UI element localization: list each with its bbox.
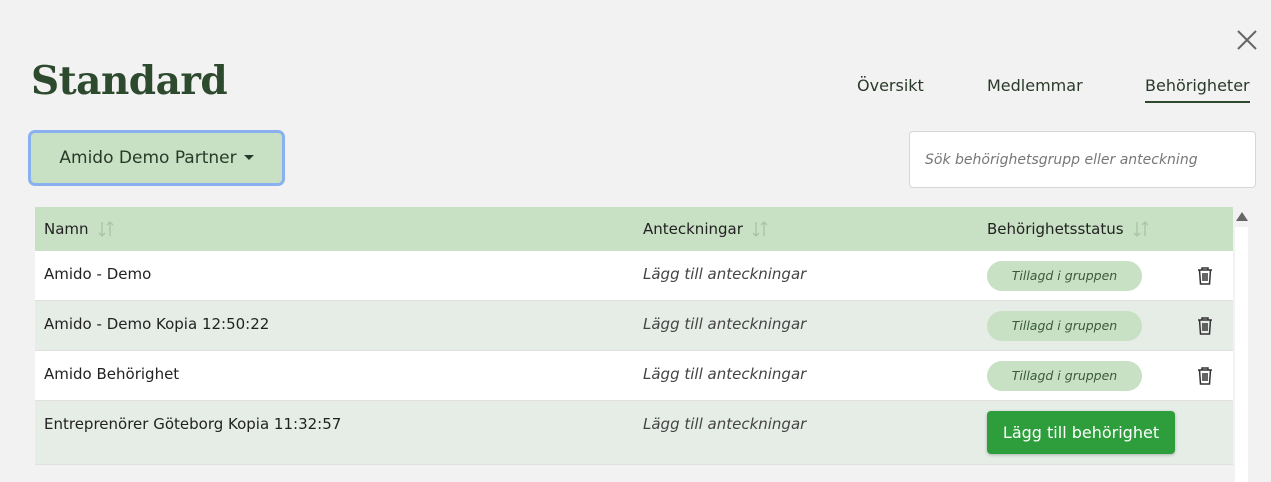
sort-icon xyxy=(752,220,768,237)
table-row: Amido Behörighet Lägg till anteckningar … xyxy=(35,351,1233,401)
column-header-behorighetsstatus[interactable]: Behörighetsstatus xyxy=(987,207,1150,251)
add-note-link[interactable]: Lägg till anteckningar xyxy=(643,315,806,333)
add-note-link[interactable]: Lägg till anteckningar xyxy=(643,415,806,433)
add-note-link[interactable]: Lägg till anteckningar xyxy=(643,265,806,283)
column-header-namn[interactable]: Namn xyxy=(44,207,115,251)
table-row: Amido - Demo Kopia 12:50:22 Lägg till an… xyxy=(35,301,1233,351)
status-badge: Tillagd i gruppen xyxy=(987,361,1142,391)
column-label: Namn xyxy=(44,220,89,238)
column-label: Anteckningar xyxy=(643,220,743,238)
close-icon[interactable] xyxy=(1235,28,1259,52)
row-name: Amido - Demo xyxy=(44,265,152,283)
table-row: Amido - Demo Lägg till anteckningar Till… xyxy=(35,251,1233,301)
column-header-anteckningar[interactable]: Anteckningar xyxy=(643,207,769,251)
tab-oversikt[interactable]: Översikt xyxy=(857,76,924,101)
sort-icon xyxy=(98,220,113,237)
trash-icon[interactable] xyxy=(1196,316,1214,336)
trash-icon[interactable] xyxy=(1196,266,1214,286)
sort-icon xyxy=(1133,220,1149,237)
row-name: Amido Behörighet xyxy=(44,365,180,383)
column-label: Behörighetsstatus xyxy=(987,220,1124,238)
partner-dropdown-label: Amido Demo Partner xyxy=(59,148,237,168)
add-note-link[interactable]: Lägg till anteckningar xyxy=(643,365,806,383)
table-row: Entreprenörer Göteborg Kopia 11:32:57 Lä… xyxy=(35,401,1233,465)
row-name: Amido - Demo Kopia 12:50:22 xyxy=(44,315,270,333)
partner-dropdown[interactable]: Amido Demo Partner xyxy=(28,130,285,186)
scrollbar-track[interactable] xyxy=(1235,227,1248,482)
status-badge: Tillagd i gruppen xyxy=(987,261,1142,291)
caret-down-icon xyxy=(243,154,254,160)
trash-icon[interactable] xyxy=(1196,366,1214,386)
add-permission-button[interactable]: Lägg till behörighet xyxy=(987,411,1175,454)
table-header: Namn Anteckningar Behörighetsstatus xyxy=(35,207,1233,251)
tab-behorigheter[interactable]: Behörigheter xyxy=(1145,76,1250,103)
tab-medlemmar[interactable]: Medlemmar xyxy=(987,76,1083,101)
scroll-up-arrow-icon[interactable] xyxy=(1236,212,1248,221)
permissions-table: Namn Anteckningar Behörighetsstatus Amid… xyxy=(35,207,1233,465)
row-name: Entreprenörer Göteborg Kopia 11:32:57 xyxy=(44,415,342,433)
search-input[interactable] xyxy=(909,131,1256,188)
status-badge: Tillagd i gruppen xyxy=(987,311,1142,341)
tab-bar: Översikt Medlemmar Behörigheter xyxy=(0,76,1271,106)
